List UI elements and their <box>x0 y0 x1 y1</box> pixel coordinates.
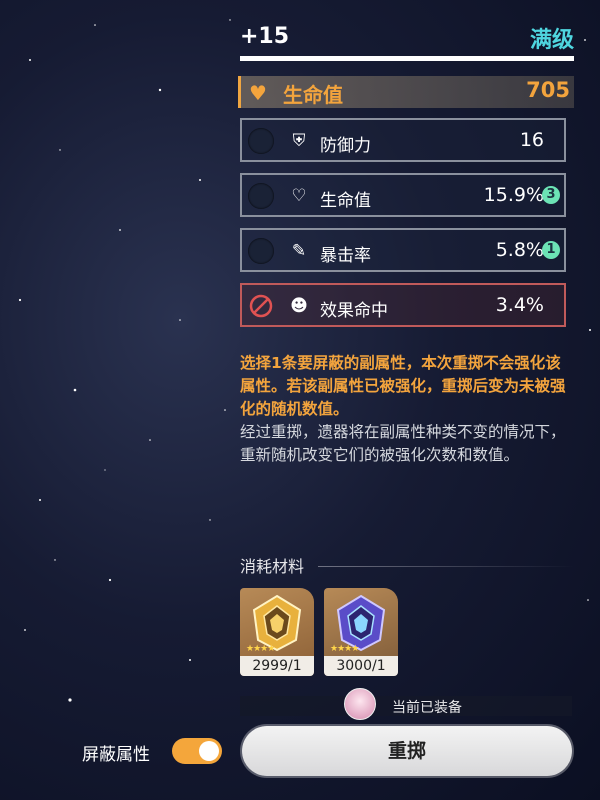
equipped-bar: 当前已装备 <box>240 688 572 720</box>
heart-icon: ♥ <box>249 81 267 105</box>
upgrade-count-badge: 1 <box>542 241 560 259</box>
substat-row-crit-rate[interactable]: ✎ 暴击率 5.8% 1 <box>240 228 566 272</box>
substat-row-defense[interactable]: ⛨ 防御力 16 <box>240 118 566 162</box>
select-radio[interactable] <box>248 183 274 209</box>
select-radio[interactable] <box>248 238 274 264</box>
rarity-stars: ★★★★ <box>246 644 275 654</box>
substat-value: 16 <box>519 129 544 151</box>
relic-level: +15 <box>240 24 290 49</box>
upgrade-count-badge: 3 <box>542 186 560 204</box>
reroll-button[interactable]: 重掷 <box>242 726 572 776</box>
substat-value: 15.9% <box>483 184 544 206</box>
block-attribute-label: 屏蔽属性 <box>82 745 150 765</box>
level-progress-bar <box>240 56 574 61</box>
rarity-stars: ★★★★ <box>330 644 359 654</box>
substat-value: 5.8% <box>495 239 544 261</box>
substat-name: 生命值 <box>320 191 371 211</box>
avatar <box>344 688 376 720</box>
heart-icon: ♡ <box>291 186 307 206</box>
materials-title: 消耗材料 <box>240 557 305 576</box>
select-radio[interactable] <box>248 128 274 154</box>
main-stat-row: ♥ 生命值 705 <box>238 76 574 108</box>
toggle-knob <box>199 741 219 761</box>
reroll-rule-text: 经过重掷，遗器将在副属性种类不变的情况下，重新随机改变它们的被强化次数和数值。 <box>240 423 566 464</box>
main-stat-name: 生命值 <box>283 83 343 107</box>
main-stat-value: 705 <box>526 78 570 102</box>
shield-icon: ⛨ <box>292 131 306 151</box>
blocked-icon[interactable] <box>248 293 274 319</box>
block-rule-text: 选择1条要屏蔽的副属性，本次重掷不会强化该属性。若该副属性已被强化，重掷后变为未… <box>240 354 566 418</box>
max-level-label: 满级 <box>529 28 574 53</box>
crit-icon: ✎ <box>291 241 307 261</box>
block-attribute-toggle[interactable] <box>172 738 222 764</box>
substat-row-hp[interactable]: ♡ 生命值 15.9% 3 <box>240 173 566 217</box>
substat-value: 3.4% <box>495 294 544 316</box>
relic-panel: +15 满级 ♥ 生命值 705 ⛨ 防御力 16 ♡ 生命值 15.9% 3 … <box>238 0 574 800</box>
substat-name: 防御力 <box>320 136 371 156</box>
material-item-purple[interactable]: ★★★★ 3000/1 <box>324 588 398 676</box>
substat-name: 暴击率 <box>320 246 371 266</box>
divider <box>318 566 574 567</box>
substat-row-effect-hit[interactable]: ☻ 效果命中 3.4% <box>240 283 566 327</box>
equipped-label: 当前已装备 <box>392 700 462 716</box>
material-count: 3000/1 <box>324 656 398 676</box>
material-count: 2999/1 <box>240 656 314 676</box>
material-item-gold[interactable]: ★★★★ 2999/1 <box>240 588 314 676</box>
substat-name: 效果命中 <box>320 301 388 321</box>
effect-hit-icon: ☻ <box>290 296 308 316</box>
reroll-description: 选择1条要屏蔽的副属性，本次重掷不会强化该属性。若该副属性已被强化，重掷后变为未… <box>240 352 570 467</box>
